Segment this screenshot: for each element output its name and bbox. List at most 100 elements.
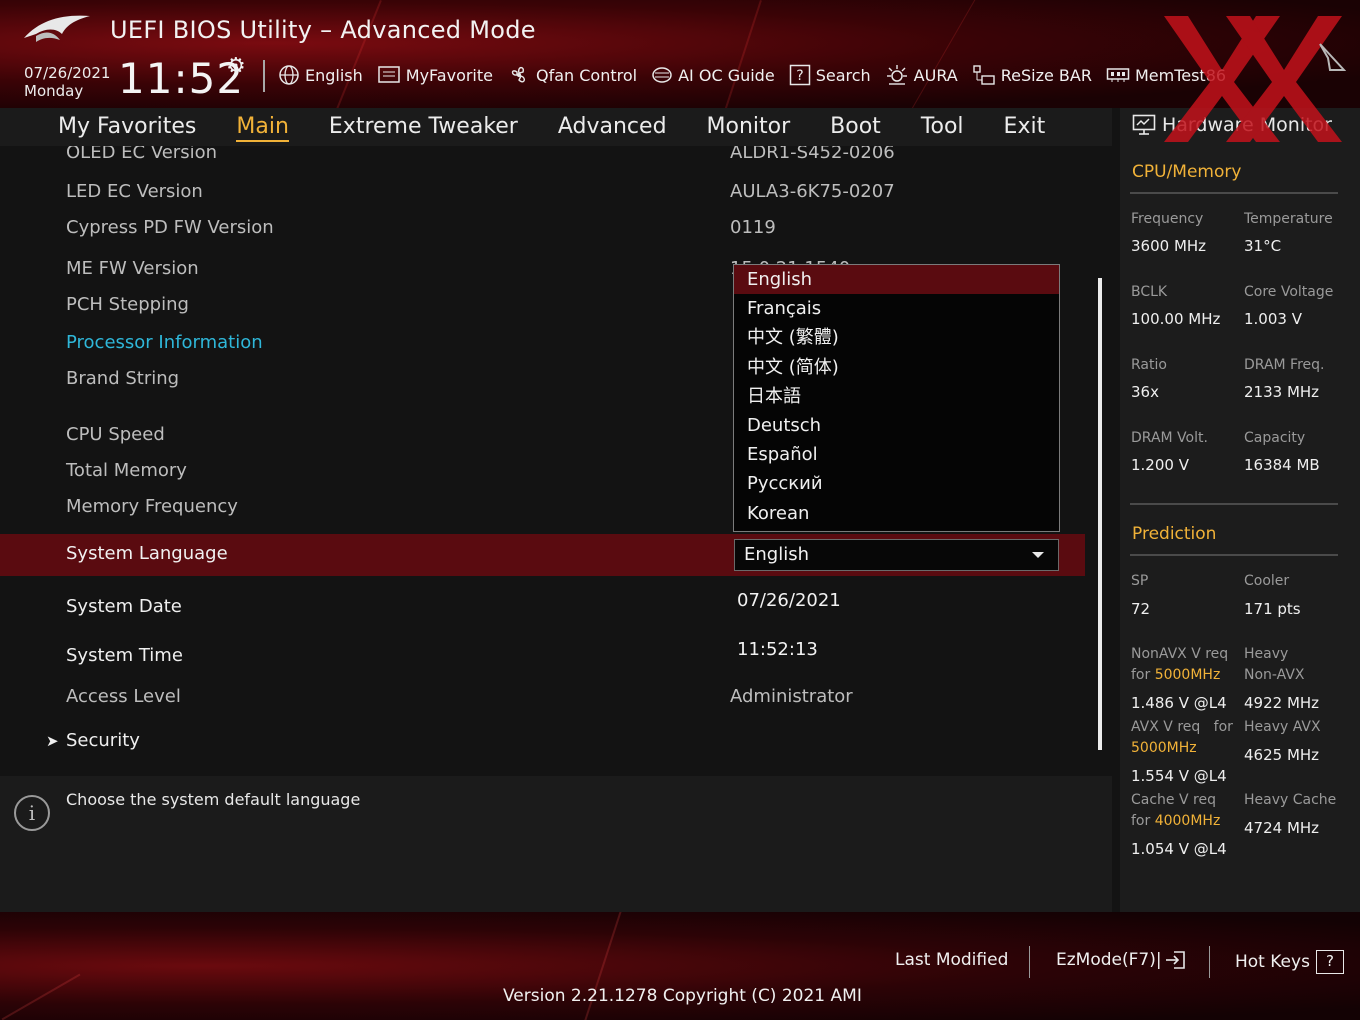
submenu-label: Security (66, 730, 140, 751)
memory-icon (1106, 68, 1130, 82)
bclk-label: BCLK (1131, 284, 1168, 300)
row-access-level[interactable]: Access Level Administrator (0, 677, 1085, 719)
cache-vreq-value: 1.054 V @L4 (1131, 840, 1227, 858)
setting-label: System Date (66, 596, 182, 617)
toolbar-ai-oc-guide-label: AI OC Guide (678, 65, 775, 85)
fan-icon (511, 66, 526, 83)
hardware-monitor-panel: Hardware Monitor CPU/Memory Frequency Te… (1120, 108, 1360, 912)
capacity-value: 16384 MB (1244, 456, 1320, 474)
current-date: 07/26/2021 (24, 64, 111, 82)
toolbar-memtest-button[interactable]: MemTest86 (1106, 66, 1226, 85)
tab-my-favorites[interactable]: My Favorites (58, 108, 196, 146)
last-modified-button[interactable]: Last Modified (895, 950, 1008, 970)
avx-vreq-value: 1.554 V @L4 (1131, 767, 1227, 785)
tab-tool[interactable]: Tool (921, 108, 964, 146)
toolbar-search-button[interactable]: ? Search (789, 64, 871, 86)
tab-exit[interactable]: Exit (1004, 108, 1046, 146)
dram-freq-value: 2133 MHz (1244, 383, 1320, 401)
toolbar-qfan-button[interactable]: Qfan Control (507, 64, 637, 86)
chevron-right-icon: ➤ (46, 732, 59, 750)
exit-arrow-icon (1165, 951, 1185, 969)
ratio-label: Ratio (1131, 357, 1167, 373)
help-description: Choose the system default language (66, 790, 361, 809)
row-system-date[interactable]: System Date (0, 587, 1085, 629)
content-scrollbar[interactable] (1098, 278, 1102, 750)
current-day: Monday (24, 82, 84, 100)
chevron-down-icon (1032, 552, 1044, 558)
temperature-value: 31°C (1244, 237, 1282, 255)
language-option[interactable]: English (734, 265, 1059, 295)
heavy-avx-label: Heavy AVX (1244, 719, 1321, 735)
system-language-select[interactable]: English (734, 539, 1059, 571)
ezmode-label: EzMode(F7)| (1056, 950, 1162, 970)
language-option[interactable]: Deutsch (734, 411, 1059, 440)
tab-advanced[interactable]: Advanced (558, 108, 667, 146)
system-time-field[interactable]: 11:52:13 (737, 639, 818, 660)
clock-settings-gear-icon[interactable]: ⚙ (226, 54, 246, 79)
language-option[interactable]: 中文 (简体) (734, 353, 1059, 382)
setting-value: Administrator (730, 686, 853, 707)
toolbar-ai-oc-guide-button[interactable]: AI OC Guide (651, 65, 775, 85)
cache-vreq-label: Cache V req (1131, 792, 1216, 808)
language-option[interactable]: Français (734, 294, 1059, 323)
footer-divider (1029, 946, 1030, 978)
heavy-cache-label: Heavy Cache (1244, 792, 1337, 808)
tab-main[interactable]: Main (236, 108, 289, 146)
toolbar-resize-bar-label: ReSize BAR (1000, 65, 1092, 85)
toolbar-language-button[interactable]: English (278, 64, 363, 86)
tab-monitor[interactable]: Monitor (707, 108, 791, 146)
dram-volt-label: DRAM Volt. (1131, 430, 1208, 446)
ezmode-button[interactable]: EzMode(F7)| (1056, 950, 1186, 970)
cooler-value: 171 pts (1244, 600, 1301, 618)
toolbar: English MyFavorite Qfan Control AI OC Gu… (278, 62, 1240, 88)
heavy-nonavx-value: 4922 MHz (1244, 694, 1320, 712)
hardware-monitor-label: Hardware Monitor (1162, 114, 1332, 136)
rog-logo-icon (24, 15, 90, 42)
core-voltage-value: 1.003 V (1244, 310, 1302, 328)
heavy-avx-value: 4625 MHz (1244, 746, 1320, 764)
svg-text:?: ? (796, 68, 803, 84)
main-settings-panel: OLED EC Version ALDR1-S452-0206 LED EC V… (0, 146, 1112, 766)
ai-chip-icon (652, 67, 672, 83)
language-option[interactable]: 中文 (繁體) (734, 323, 1059, 352)
temperature-label: Temperature (1244, 211, 1333, 227)
prediction-heading: Prediction (1132, 524, 1217, 544)
header-bar: UEFI BIOS Utility – Advanced Mode 07/26/… (0, 0, 1360, 108)
aura-light-icon (886, 65, 907, 85)
toolbar-memtest-label: MemTest86 (1134, 65, 1227, 85)
nonavx-for-label: for 5000MHz (1131, 667, 1220, 683)
language-option[interactable]: Korean (734, 499, 1059, 528)
footer-bar: Last Modified EzMode(F7)| Hot Keys ? Ver… (0, 912, 1360, 1020)
row-cypress-pd-fw-version[interactable]: Cypress PD FW Version 0119 (0, 208, 1085, 250)
setting-value: AULA3-6K75-0207 (730, 181, 895, 202)
frequency-label: Frequency (1131, 211, 1204, 227)
language-option[interactable]: Русский (734, 469, 1059, 498)
hot-keys-button[interactable]: Hot Keys ? (1235, 950, 1344, 974)
for-word: for (1131, 813, 1151, 829)
setting-value: 0119 (730, 217, 776, 238)
system-date-field[interactable]: 07/26/2021 (737, 590, 841, 611)
section-divider (1130, 192, 1338, 194)
favorite-list-icon (378, 66, 400, 83)
main-tab-bar: My Favorites Main Extreme Tweaker Advanc… (0, 108, 1112, 146)
toolbar-aura-button[interactable]: AURA (885, 64, 958, 86)
nonavx-target-freq: 5000MHz (1154, 667, 1221, 683)
row-security[interactable]: ➤ Security (0, 721, 1085, 763)
tab-extreme-tweaker[interactable]: Extreme Tweaker (329, 108, 518, 146)
ratio-value: 36x (1131, 383, 1159, 401)
row-system-time[interactable]: System Time (0, 636, 1085, 678)
setting-label: Brand String (66, 368, 180, 389)
frequency-value: 3600 MHz (1131, 237, 1207, 255)
cache-for-label: for 4000MHz (1131, 813, 1220, 829)
info-icon: i (14, 795, 50, 831)
heavy-cache-value: 4724 MHz (1244, 819, 1320, 837)
toolbar-myfavorite-button[interactable]: MyFavorite (377, 65, 493, 85)
for-word: for (1213, 719, 1233, 735)
setting-label: System Time (66, 645, 183, 666)
language-option[interactable]: 日本語 (734, 382, 1059, 411)
language-option[interactable]: Español (734, 440, 1059, 469)
tab-boot[interactable]: Boot (830, 108, 881, 146)
section-heading: Processor Information (66, 332, 263, 353)
toolbar-resize-bar-button[interactable]: ReSize BAR (972, 64, 1092, 86)
dram-freq-label: DRAM Freq. (1244, 357, 1325, 373)
